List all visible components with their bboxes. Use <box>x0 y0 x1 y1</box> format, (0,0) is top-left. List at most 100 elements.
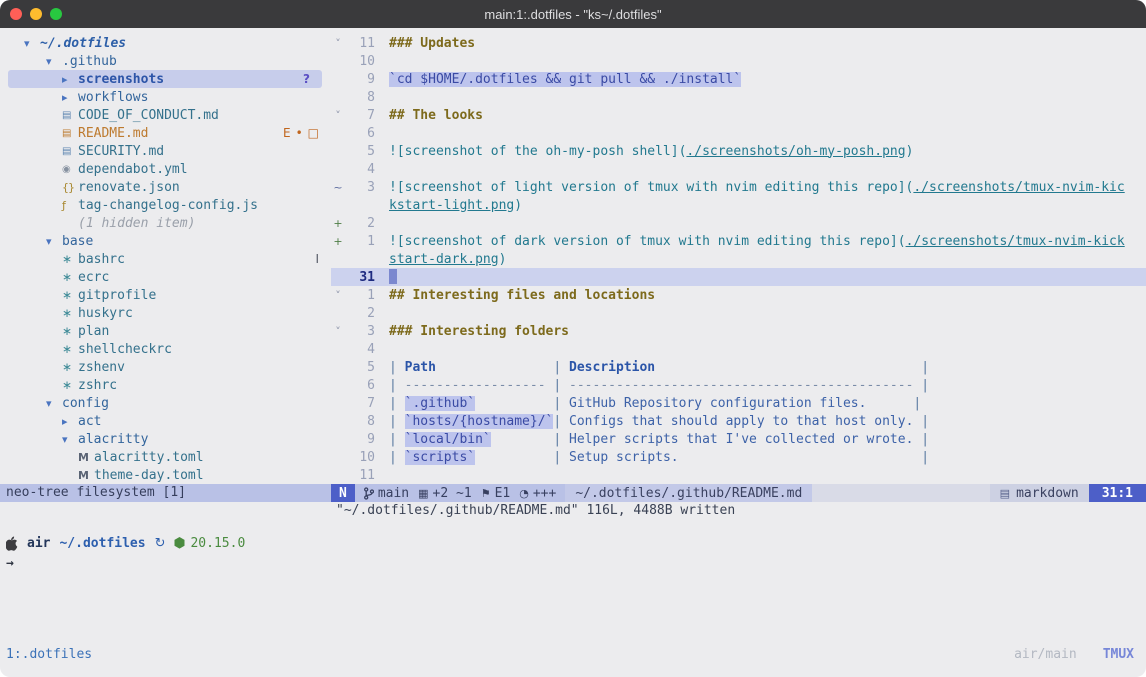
editor-line[interactable]: 10 <box>331 52 1146 70</box>
git-diff: ▦ +2 ~1 <box>418 486 472 501</box>
tree-item-workflows[interactable]: ▸workflows <box>0 88 331 106</box>
editor-line[interactable]: ˅7## The looks <box>331 106 1146 124</box>
tree-item-ecrc[interactable]: ∗ecrc <box>0 268 331 286</box>
shell-config-file-icon: ∗ <box>62 270 78 284</box>
terminal-window: main:1:.dotfiles - "ks~/.dotfiles" ▾~/.d… <box>0 0 1146 677</box>
status-row: neo-tree filesystem [1] N main ▦ +2 ~1 <box>0 484 1146 502</box>
tree-item-label: SECURITY.md <box>78 144 164 159</box>
line-text: | `local/bin` | Helper scripts that I've… <box>389 432 1146 447</box>
tree-item-1-hidden-item[interactable]: (1 hidden item) <box>0 214 331 232</box>
editor-line[interactable]: 11 <box>331 466 1146 484</box>
editor-line[interactable]: 9| `local/bin` | Helper scripts that I'v… <box>331 430 1146 448</box>
editor-line[interactable]: ˅11### Updates <box>331 34 1146 52</box>
editor-line[interactable]: 8 <box>331 88 1146 106</box>
text-segment: | <box>553 396 569 411</box>
tree-item-alacritty[interactable]: ▾alacritty <box>0 430 331 448</box>
shell-config-file-icon: ∗ <box>62 252 78 266</box>
tree-item-tag-changelog-config-js[interactable]: ƒtag-changelog-config.js <box>0 196 331 214</box>
zoom-button[interactable] <box>50 8 62 20</box>
editor-line[interactable]: 2 <box>331 304 1146 322</box>
gutter-sign: ˅ <box>331 289 345 302</box>
editor-line[interactable]: 31 <box>331 268 1146 286</box>
text-segment: ## Interesting files and locations <box>389 288 655 303</box>
editor-line[interactable]: kstart-light.png) <box>331 196 1146 214</box>
tree-item-bashrc[interactable]: ∗bashrc I <box>0 250 331 268</box>
tree-item-security-md[interactable]: ▤SECURITY.md <box>0 142 331 160</box>
line-text: start-dark.png) <box>389 252 1146 267</box>
text-segment <box>491 432 554 447</box>
close-button[interactable] <box>10 8 22 20</box>
text-segment: ) <box>514 198 522 213</box>
editor-line[interactable]: 4 <box>331 160 1146 178</box>
tree-item-huskyrc[interactable]: ∗huskyrc <box>0 304 331 322</box>
text-segment: ![screenshot of the oh-my-posh shell]( <box>389 144 686 159</box>
tree-item-readme-md[interactable]: ▤README.mdE•□ <box>0 124 331 142</box>
line-text: ## Interesting files and locations <box>389 288 1146 303</box>
tree-item-theme-day-toml[interactable]: Mtheme-day.toml <box>0 466 331 484</box>
tree-item-label: renovate.json <box>78 180 180 195</box>
shell-config-file-icon: ∗ <box>62 288 78 302</box>
line-text: `cd $HOME/.dotfiles && git pull && ./ins… <box>389 72 1146 87</box>
tree-item-plan[interactable]: ∗plan <box>0 322 331 340</box>
statusline-filepath: ~/.dotfiles/.github/README.md <box>565 484 812 502</box>
tree-item-code-of-conduct-md[interactable]: ▤CODE_OF_CONDUCT.md <box>0 106 331 124</box>
tree-item-dotfiles[interactable]: ▾~/.dotfiles <box>0 34 331 52</box>
tree-item-alacritty-toml[interactable]: Malacritty.toml <box>0 448 331 466</box>
editor-line[interactable]: 5| Path | Description | <box>331 358 1146 376</box>
statusline-filetype: ▤ markdown <box>990 484 1089 502</box>
tree-item-screenshots[interactable]: ▸screenshots? <box>8 70 322 88</box>
editor-line[interactable]: ˅1## Interesting files and locations <box>331 286 1146 304</box>
editor-line[interactable]: 4 <box>331 340 1146 358</box>
tmux-window-tab[interactable]: 1:.dotfiles <box>6 645 92 665</box>
tree-item-zshenv[interactable]: ∗zshenv <box>0 358 331 376</box>
editor-line[interactable]: +2 <box>331 214 1146 232</box>
window-title: main:1:.dotfiles - "ks~/.dotfiles" <box>0 7 1146 22</box>
line-text: ### Interesting folders <box>389 324 1146 339</box>
editor-line[interactable]: 8| `hosts/{hostname}/`| Configs that sho… <box>331 412 1146 430</box>
diff-icon: ▦ <box>418 487 428 500</box>
yaml-file-icon: ◉ <box>62 164 78 175</box>
tree-item-gitprofile[interactable]: ∗gitprofile <box>0 286 331 304</box>
text-segment: ------------------ <box>405 378 546 393</box>
editor-line[interactable]: 10| `scripts` | Setup scripts. | <box>331 448 1146 466</box>
tree-item-shellcheckrc[interactable]: ∗shellcheckrc <box>0 340 331 358</box>
markdown-file-icon: ▤ <box>62 146 78 157</box>
editor-line[interactable]: ˅3### Interesting folders <box>331 322 1146 340</box>
shell-input-line[interactable]: → <box>6 554 1146 572</box>
editor-line[interactable]: +1![screenshot of dark version of tmux w… <box>331 232 1146 250</box>
editor-line[interactable]: 7| `.github` | GitHub Repository configu… <box>331 394 1146 412</box>
shell-pane[interactable]: air ~/.dotfiles ↻ 20.15.0 → 1:.dotfiles … <box>0 520 1146 677</box>
statusline: N main ▦ +2 ~1 ⚑ E1 <box>331 484 1146 502</box>
editor-line[interactable]: start-dark.png) <box>331 250 1146 268</box>
git-status-badges: I <box>315 252 331 266</box>
tree-item-label: zshenv <box>78 360 125 375</box>
cmdline-message: "~/.dotfiles/.github/README.md" 116L, 44… <box>0 502 1146 520</box>
editor-line[interactable]: ~3![screenshot of light version of tmux … <box>331 178 1146 196</box>
tree-item-label: bashrc <box>78 252 125 267</box>
editor-line[interactable]: 9`cd $HOME/.dotfiles && git pull && ./in… <box>331 70 1146 88</box>
tree-item-config[interactable]: ▾config <box>0 394 331 412</box>
tree-item-dependabot-yml[interactable]: ◉dependabot.yml <box>0 160 331 178</box>
markdown-icon: ▤ <box>1000 487 1010 500</box>
line-number: 10 <box>345 54 375 69</box>
text-segment: | <box>389 450 405 465</box>
git-status-badges: ? <box>303 72 322 86</box>
minimize-button[interactable] <box>30 8 42 20</box>
editor-line[interactable]: 6 <box>331 124 1146 142</box>
line-number: 2 <box>345 216 375 231</box>
editor-line[interactable]: 5![screenshot of the oh-my-posh shell](.… <box>331 142 1146 160</box>
line-text: | Path | Description | <box>389 360 1146 375</box>
tree-item-label: workflows <box>78 90 148 105</box>
text-segment: GitHub Repository configuration files. <box>569 396 866 411</box>
text-segment: | <box>553 450 569 465</box>
tree-item-github[interactable]: ▾.github <box>0 52 331 70</box>
tree-item-label: screenshots <box>78 72 164 87</box>
gutter-sign: ˅ <box>331 37 345 50</box>
tree-item-act[interactable]: ▸act <box>0 412 331 430</box>
tree-item-zshrc[interactable]: ∗zshrc <box>0 376 331 394</box>
text-segment <box>655 360 913 375</box>
tree-item-base[interactable]: ▾base <box>0 232 331 250</box>
tree-item-label: ecrc <box>78 270 109 285</box>
tree-item-renovate-json[interactable]: {}renovate.json <box>0 178 331 196</box>
editor-line[interactable]: 6| ------------------ | ----------------… <box>331 376 1146 394</box>
